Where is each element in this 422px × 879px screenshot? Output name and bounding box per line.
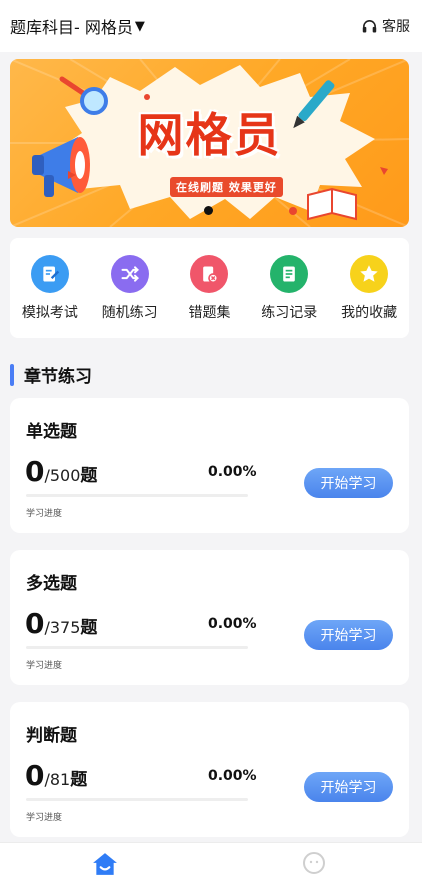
promo-banner[interactable]: 网格员 在线刷题 效果更好 <box>10 59 409 227</box>
question-card-true-false: 判断题 0 /81 题 0.00% 学习进度 开始学习 <box>10 702 409 837</box>
menu-item-label: 我的收藏 <box>341 304 398 321</box>
nav-tab-profile[interactable] <box>302 851 326 879</box>
menu-item-label: 练习记录 <box>261 304 318 321</box>
progress-label: 学习进度 <box>26 509 63 519</box>
count-done: 0 <box>25 607 45 640</box>
menu-item-mock-exam[interactable]: 模拟考试 <box>11 254 89 322</box>
question-count: 0 /500 题 <box>25 455 97 488</box>
progress-bar <box>26 798 248 801</box>
section-accent-bar <box>10 363 14 386</box>
count-total: /81 <box>44 770 71 789</box>
subject-selector[interactable]: 题库科目- 网格员 ▼ <box>10 14 145 38</box>
section-title: 章节练习 <box>24 367 92 387</box>
banner-title: 网格员 <box>137 108 282 162</box>
card-title: 判断题 <box>26 726 77 746</box>
progress-label: 学习进度 <box>26 813 63 823</box>
progress-percent: 0.00% <box>208 616 257 632</box>
caret-down-icon: ▼ <box>134 18 145 34</box>
section-header: 章节练习 <box>10 362 92 387</box>
quick-menu: 模拟考试 随机练习 错题集 练习记录 我的收藏 <box>10 238 409 338</box>
top-header: 题库科目- 网格员 ▼ 客服 <box>0 0 422 52</box>
subject-label: 题库科目- 网格员 <box>10 18 133 37</box>
banner-subtitle: 在线刷题 效果更好 <box>170 177 283 197</box>
carousel-indicator-dot[interactable] <box>204 206 213 215</box>
menu-item-wrong-questions[interactable]: 错题集 <box>170 254 248 322</box>
menu-item-label: 随机练习 <box>101 304 158 321</box>
question-count: 0 /81 题 <box>25 759 87 792</box>
exam-icon <box>30 254 69 293</box>
menu-item-label: 模拟考试 <box>21 304 78 321</box>
menu-item-random-practice[interactable]: 随机练习 <box>91 254 169 322</box>
question-card-single-choice: 单选题 0 /500 题 0.00% 学习进度 开始学习 <box>10 398 409 533</box>
question-count: 0 /375 题 <box>25 607 97 640</box>
count-total: /375 <box>44 618 81 637</box>
count-done: 0 <box>25 759 45 792</box>
record-icon <box>270 254 309 293</box>
progress-percent: 0.00% <box>208 464 257 480</box>
headset-icon <box>362 19 377 33</box>
menu-item-favorites[interactable]: 我的收藏 <box>330 254 408 322</box>
wrong-book-icon <box>190 254 229 293</box>
card-title: 多选题 <box>26 574 77 594</box>
nav-tab-home[interactable] <box>92 851 118 879</box>
progress-label: 学习进度 <box>26 661 63 671</box>
start-learning-button[interactable]: 开始学习 <box>304 772 393 802</box>
menu-item-practice-record[interactable]: 练习记录 <box>250 254 328 322</box>
customer-service-label: 客服 <box>382 19 410 35</box>
count-total: /500 <box>44 466 81 485</box>
question-card-multiple-choice: 多选题 0 /375 题 0.00% 学习进度 开始学习 <box>10 550 409 685</box>
progress-percent: 0.00% <box>208 768 257 784</box>
start-learning-button[interactable]: 开始学习 <box>304 620 393 650</box>
card-title: 单选题 <box>26 422 77 442</box>
count-unit: 题 <box>80 466 98 486</box>
progress-bar <box>26 646 248 649</box>
customer-service-button[interactable]: 客服 <box>361 16 410 36</box>
start-learning-button[interactable]: 开始学习 <box>304 468 393 498</box>
profile-icon <box>303 852 325 874</box>
count-unit: 题 <box>70 770 88 790</box>
shuffle-icon <box>110 254 149 293</box>
count-unit: 题 <box>80 618 98 638</box>
home-icon <box>93 853 117 875</box>
bottom-navigation <box>0 842 422 879</box>
menu-item-label: 错题集 <box>188 304 231 321</box>
count-done: 0 <box>25 455 45 488</box>
progress-bar <box>26 494 248 497</box>
star-icon <box>350 254 389 293</box>
